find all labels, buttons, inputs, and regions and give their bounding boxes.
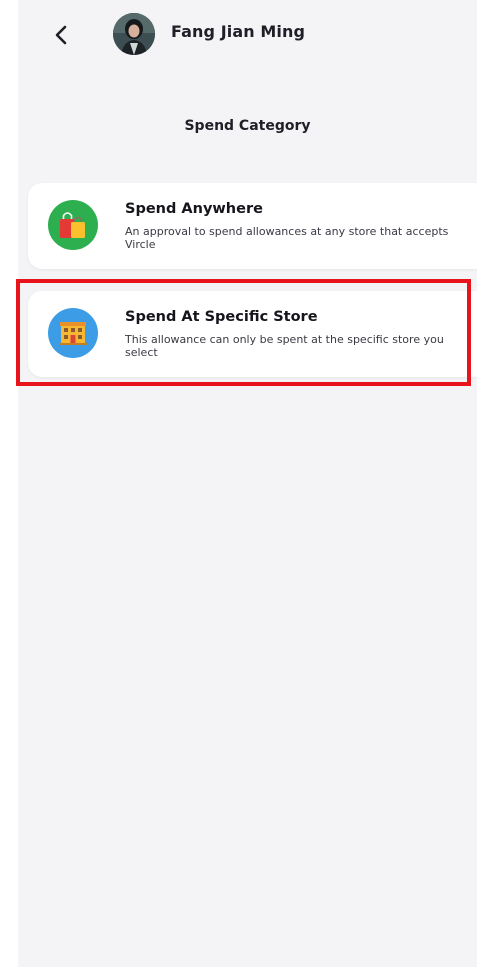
spend-anywhere-card[interactable]: Spend Anywhere An approval to spend allo… [28,183,477,269]
header: Fang Jian Ming [18,0,477,70]
chevron-left-icon [55,25,67,45]
spend-category-screen: Fang Jian Ming Spend Category Spend Anyw… [18,0,477,967]
store-building-icon [48,308,98,358]
card-title: Spend At Specific Store [125,309,318,325]
page-title: Spend Category [184,118,311,134]
back-button[interactable] [46,20,76,50]
user-name: Fang Jian Ming [171,22,306,41]
shopping-bags-icon [48,200,98,250]
spend-at-specific-store-card[interactable]: Spend At Specific Store This allowance c… [28,291,477,377]
card-description: An approval to spend allowances at any s… [125,225,449,251]
card-description: This allowance can only be spent at the … [125,333,444,359]
card-title: Spend Anywhere [125,201,263,217]
avatar [113,13,155,55]
